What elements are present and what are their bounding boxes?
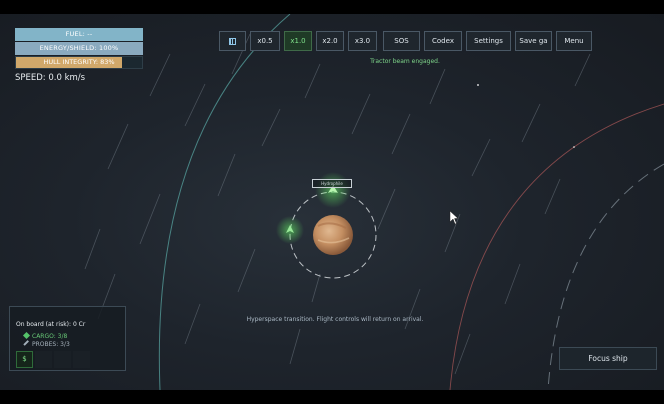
speed-readout: SPEED: 0.0 km/s xyxy=(15,73,86,83)
sos-button[interactable]: SOS xyxy=(383,31,420,51)
space-viewport[interactable]: Hydrophile FUEL: -- ENERGY/SHIELD: 100% … xyxy=(0,14,664,390)
pause-button[interactable] xyxy=(219,31,246,51)
speed-x3.0-button[interactable]: x3.0 xyxy=(348,31,377,51)
settings-button[interactable]: Settings xyxy=(466,31,511,51)
planet-label[interactable]: Hydrophile xyxy=(312,179,352,188)
orbit-path-inner xyxy=(158,14,291,390)
fuel-bar: FUEL: -- xyxy=(15,28,143,41)
probe-icon xyxy=(23,340,29,346)
energy-shield-bar: ENERGY/SHIELD: 100% xyxy=(15,42,143,55)
status-message: Tractor beam engaged. xyxy=(370,58,440,65)
speed-x1.0-button[interactable]: x1.0 xyxy=(284,31,312,51)
inventory-slot-2[interactable] xyxy=(35,351,52,368)
hyperspace-message: Hyperspace transition. Flight controls w… xyxy=(246,316,424,323)
pause-icon xyxy=(229,37,236,45)
menu-button[interactable]: Menu xyxy=(556,31,592,51)
hull-label: HULL INTEGRITY: 83% xyxy=(43,58,115,66)
cargo-count: CARGO: 3/8 xyxy=(32,333,68,340)
onboard-value: On board (at risk): 0 Cr xyxy=(16,321,86,328)
focus-ship-button[interactable]: Focus ship xyxy=(559,347,657,370)
cargo-icon xyxy=(22,331,31,340)
probes-count: PROBES: 3/3 xyxy=(32,341,70,348)
planet xyxy=(313,215,353,255)
cargo-panel: On board (at risk): 0 Cr CARGO: 3/8 PROB… xyxy=(9,306,126,371)
status-panel: FUEL: -- ENERGY/SHIELD: 100% HULL INTEGR… xyxy=(15,28,143,69)
time-controls: x0.5 x1.0 x2.0 x3.0 xyxy=(219,31,377,51)
inventory-slot-3[interactable] xyxy=(54,351,71,368)
main-menu-bar: SOS Codex Settings Save ga Menu xyxy=(383,31,592,51)
speed-x2.0-button[interactable]: x2.0 xyxy=(316,31,344,51)
inventory-slot-1[interactable]: $ xyxy=(16,351,33,368)
inventory-slot-4[interactable] xyxy=(73,351,90,368)
codex-button[interactable]: Codex xyxy=(424,31,462,51)
save-game-button[interactable]: Save ga xyxy=(515,31,552,51)
speed-x0.5-button[interactable]: x0.5 xyxy=(250,31,280,51)
hull-integrity-bar: HULL INTEGRITY: 83% xyxy=(15,56,143,69)
